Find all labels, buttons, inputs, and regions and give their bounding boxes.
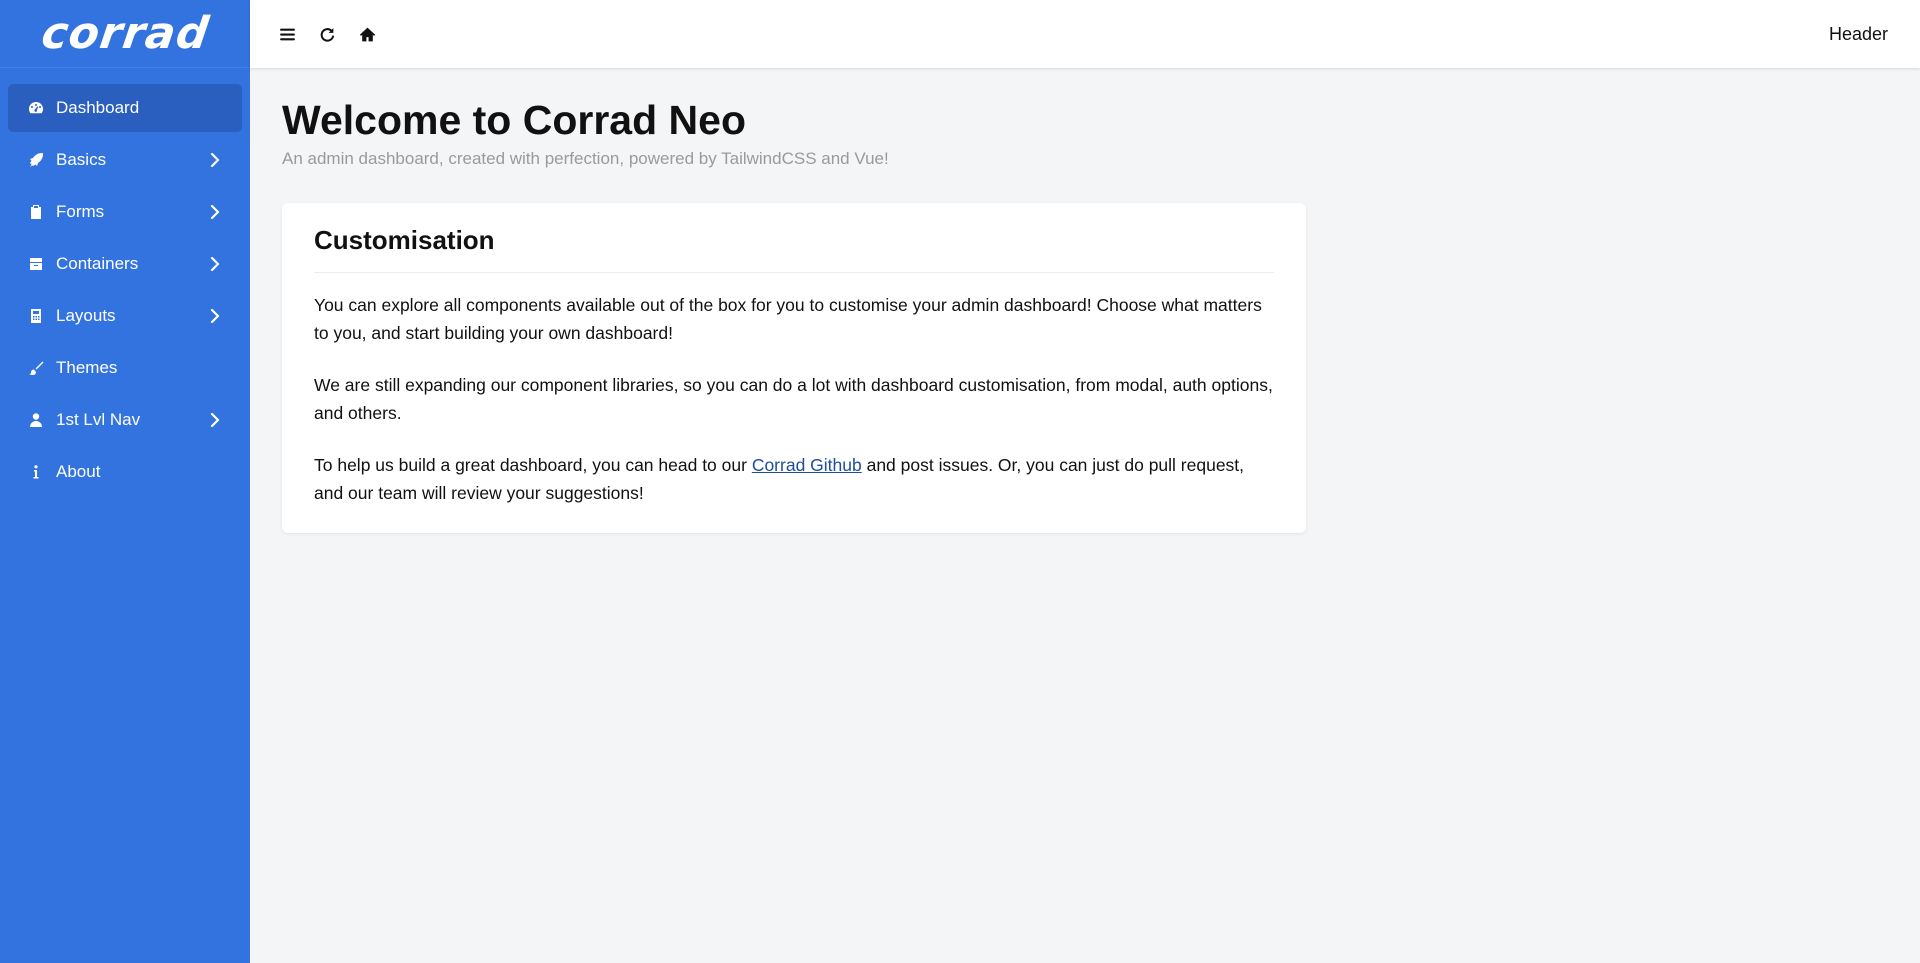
sidebar-nav: Dashboard Basics Forms Containers Layout… (0, 68, 250, 496)
corrad-github-link[interactable]: Corrad Github (752, 455, 862, 475)
top-header: Header (250, 0, 1920, 68)
sidebar-item-label: Forms (56, 202, 105, 221)
card-paragraph: We are still expanding our component lib… (314, 375, 1273, 424)
sidebar-item-label: Layouts (56, 306, 116, 325)
sidebar-item-label: 1st Lvl Nav (56, 410, 141, 429)
chevron-right-icon (210, 205, 220, 219)
page-subtitle: An admin dashboard, created with perfect… (282, 149, 889, 169)
chevron-right-icon (210, 309, 220, 323)
brand[interactable]: corrad (0, 0, 250, 68)
main-content: Welcome to Corrad Neo An admin dashboard… (282, 68, 1882, 534)
sidebar-item-forms[interactable]: Forms (8, 188, 242, 236)
sidebar-item-label: Basics (56, 150, 107, 169)
sidebar-item-about[interactable]: About (8, 448, 242, 496)
menu-toggle-button[interactable] (274, 21, 300, 47)
sidebar-item-containers[interactable]: Containers (8, 240, 242, 288)
brand-logo[interactable]: corrad (38, 8, 212, 59)
sidebar-item-basics[interactable]: Basics (8, 136, 242, 184)
refresh-button[interactable] (314, 21, 340, 47)
sidebar-item-layouts[interactable]: Layouts (8, 292, 242, 340)
page-title: Welcome to Corrad Neo (282, 97, 746, 143)
user-icon (27, 411, 45, 429)
sidebar-item-1st-lvl-nav[interactable]: 1st Lvl Nav (8, 396, 242, 444)
chevron-right-icon (210, 257, 220, 271)
sidebar-item-label: Containers (56, 254, 139, 273)
menu-icon (279, 28, 295, 40)
brush-icon (27, 359, 45, 377)
refresh-icon (320, 27, 334, 42)
home-icon (359, 27, 375, 41)
sidebar: corrad Dashboard Basics Forms Containers… (0, 0, 250, 963)
sidebar-item-label: Themes (56, 358, 118, 377)
sidebar-item-dashboard[interactable]: Dashboard (8, 84, 242, 132)
info-icon (27, 463, 45, 481)
card-paragraph: You can explore all components available… (314, 295, 1262, 344)
sidebar-item-label: About (56, 462, 101, 481)
card-paragraph: To help us build a great dashboard, you … (314, 451, 1274, 507)
sidebar-item-themes[interactable]: Themes (8, 344, 242, 392)
rocket-icon (27, 151, 45, 169)
card-title: Customisation (314, 225, 1274, 274)
home-button[interactable] (354, 21, 380, 47)
header-label[interactable]: Header (1829, 0, 1888, 68)
clipboard-icon (27, 203, 45, 221)
dashboard-gauge-icon (27, 99, 45, 117)
chevron-right-icon (210, 153, 220, 167)
sidebar-item-label: Dashboard (56, 98, 140, 117)
calculator-icon (27, 307, 45, 325)
card-text: To help us build a great dashboard, you … (314, 455, 752, 476)
chevron-right-icon (210, 413, 220, 427)
customisation-card: Customisation You can explore all compon… (282, 203, 1306, 534)
box-icon (27, 255, 45, 273)
